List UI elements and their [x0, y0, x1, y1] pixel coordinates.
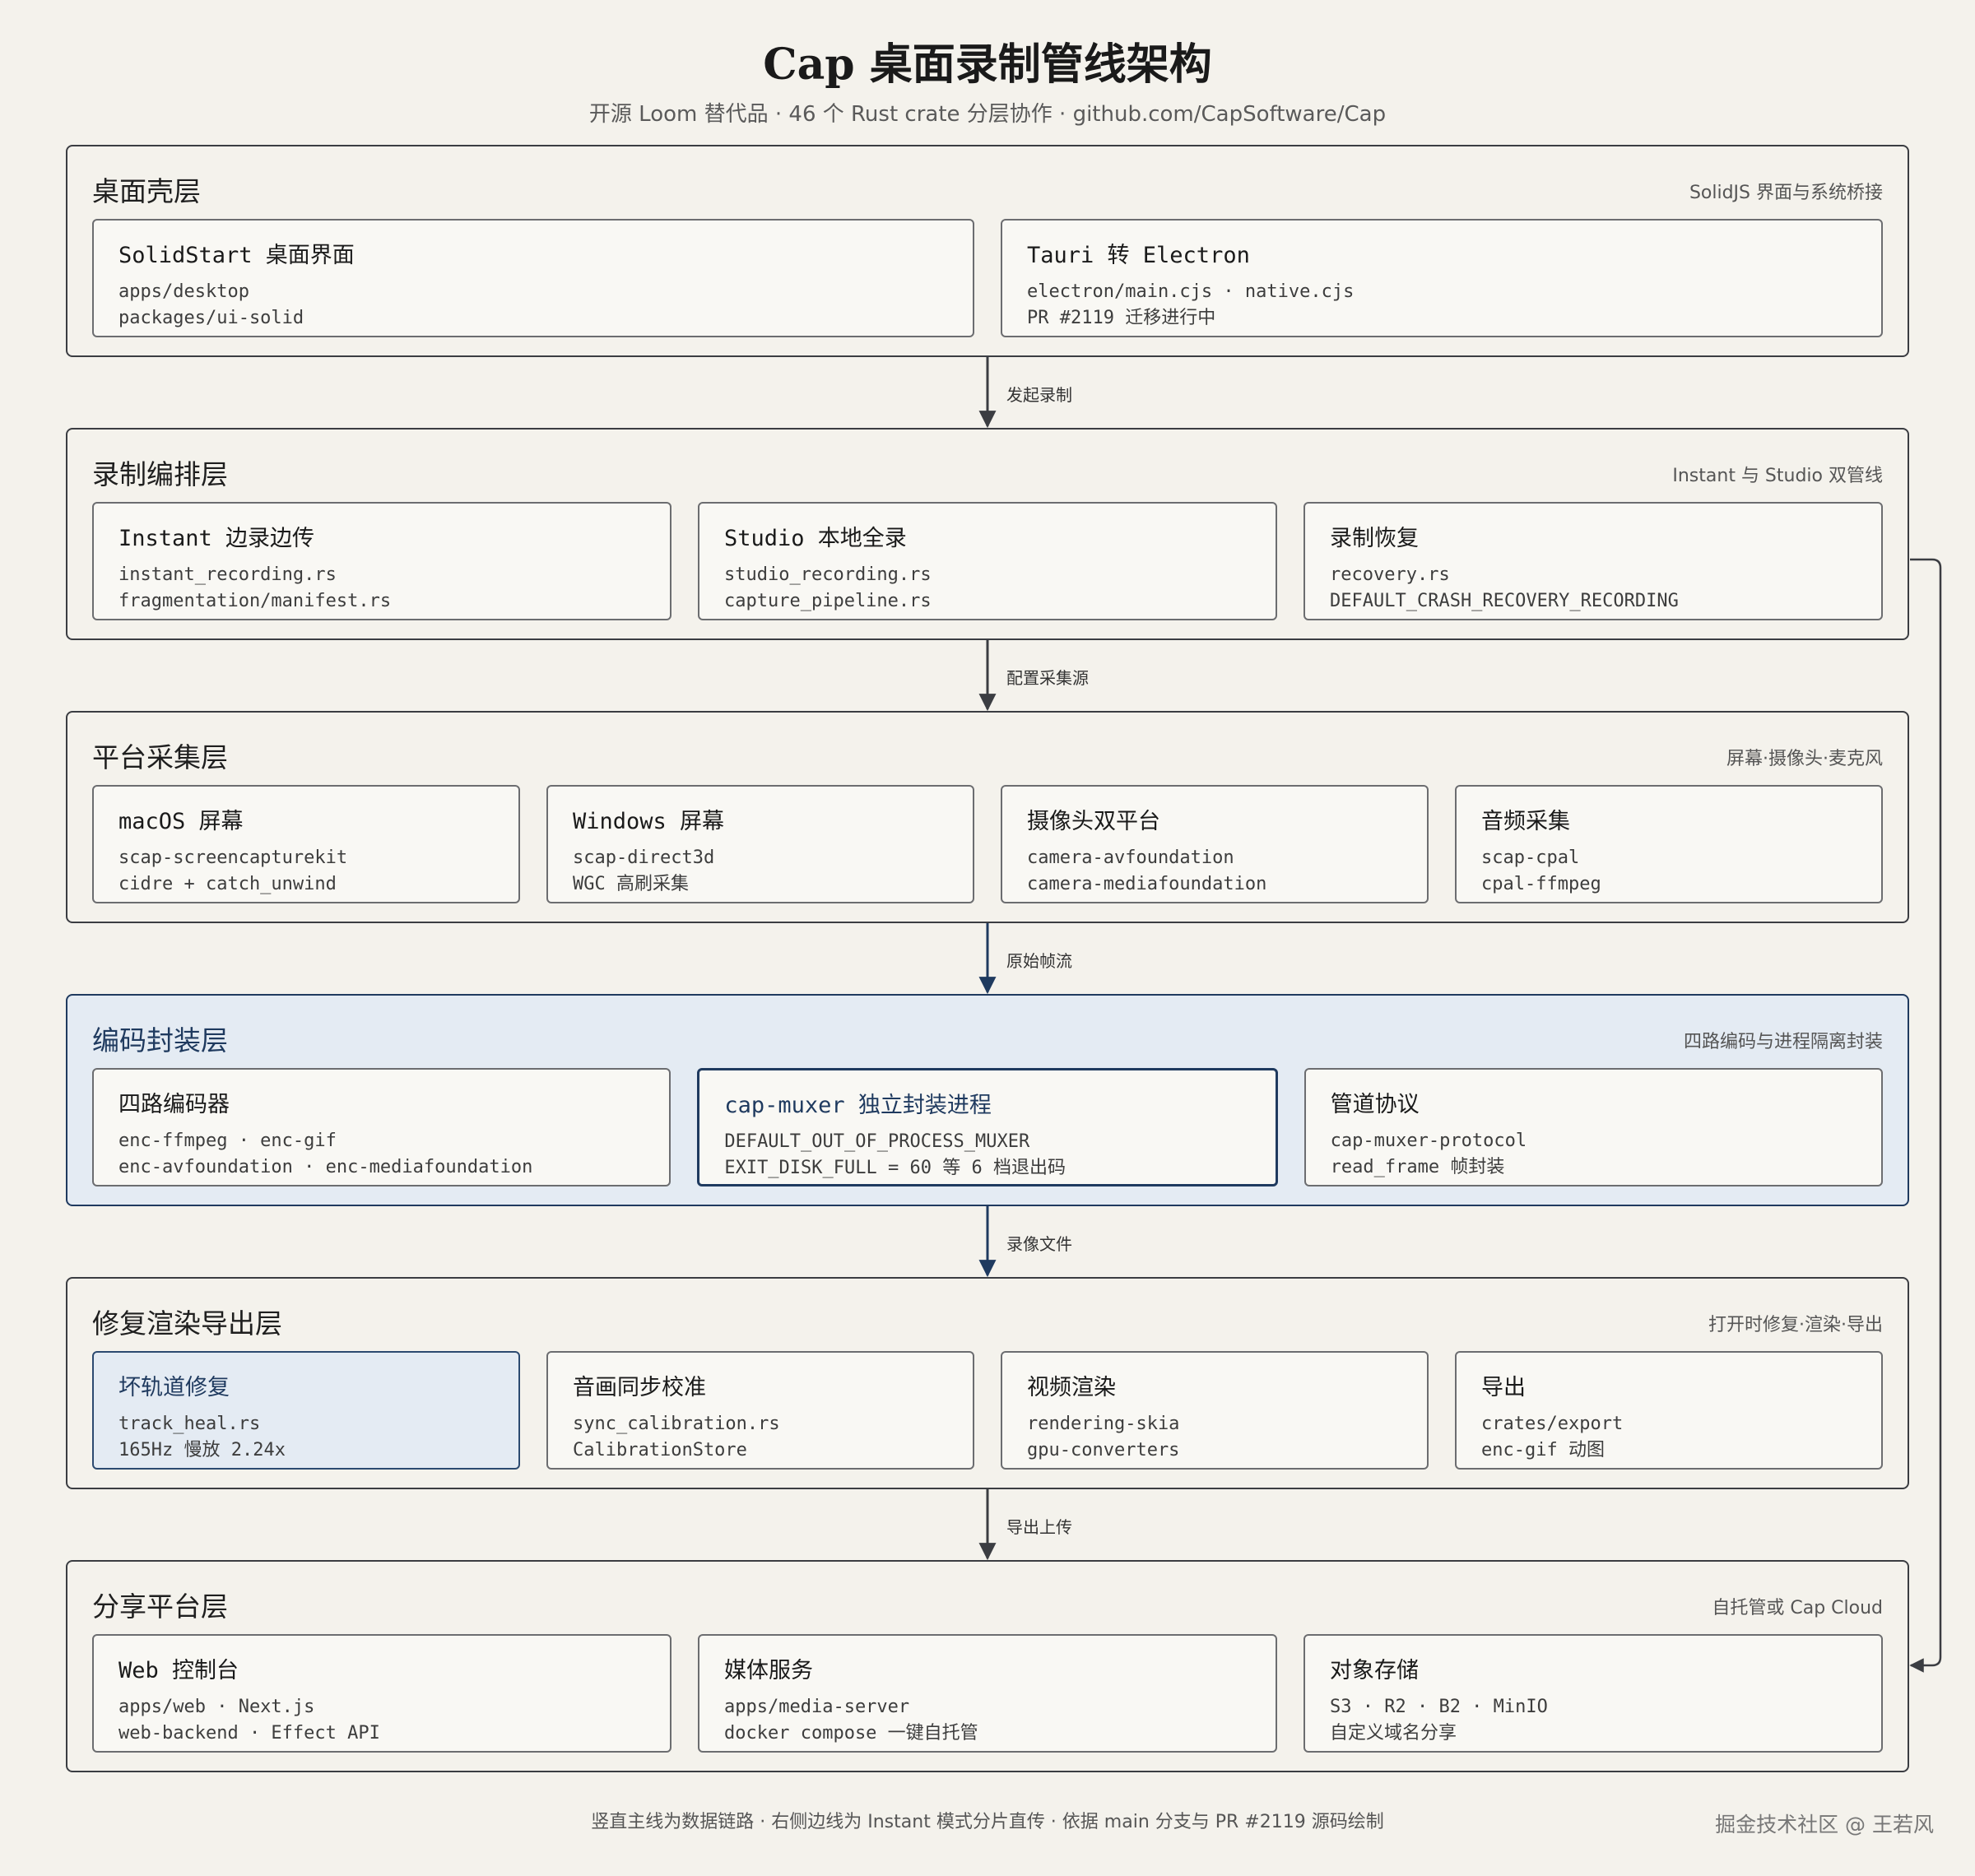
arrow-label: 配置采集源 [1006, 668, 1089, 688]
arrow-label: 录像文件 [1006, 1234, 1072, 1254]
arrow-label: 原始帧流 [1006, 951, 1072, 971]
footer-note: 竖直主线为数据链路 · 右侧边线为 Instant 模式分片直传 · 依据 ma… [591, 1812, 1384, 1832]
arrow-label: 发起录制 [1006, 385, 1072, 405]
arrow-label: 导出上传 [1006, 1517, 1072, 1537]
watermark: 掘金技术社区 @ 王若风 [1715, 1813, 1934, 1837]
connector-lines [978, 357, 1942, 1673]
instant-side-line [1909, 558, 1942, 1673]
